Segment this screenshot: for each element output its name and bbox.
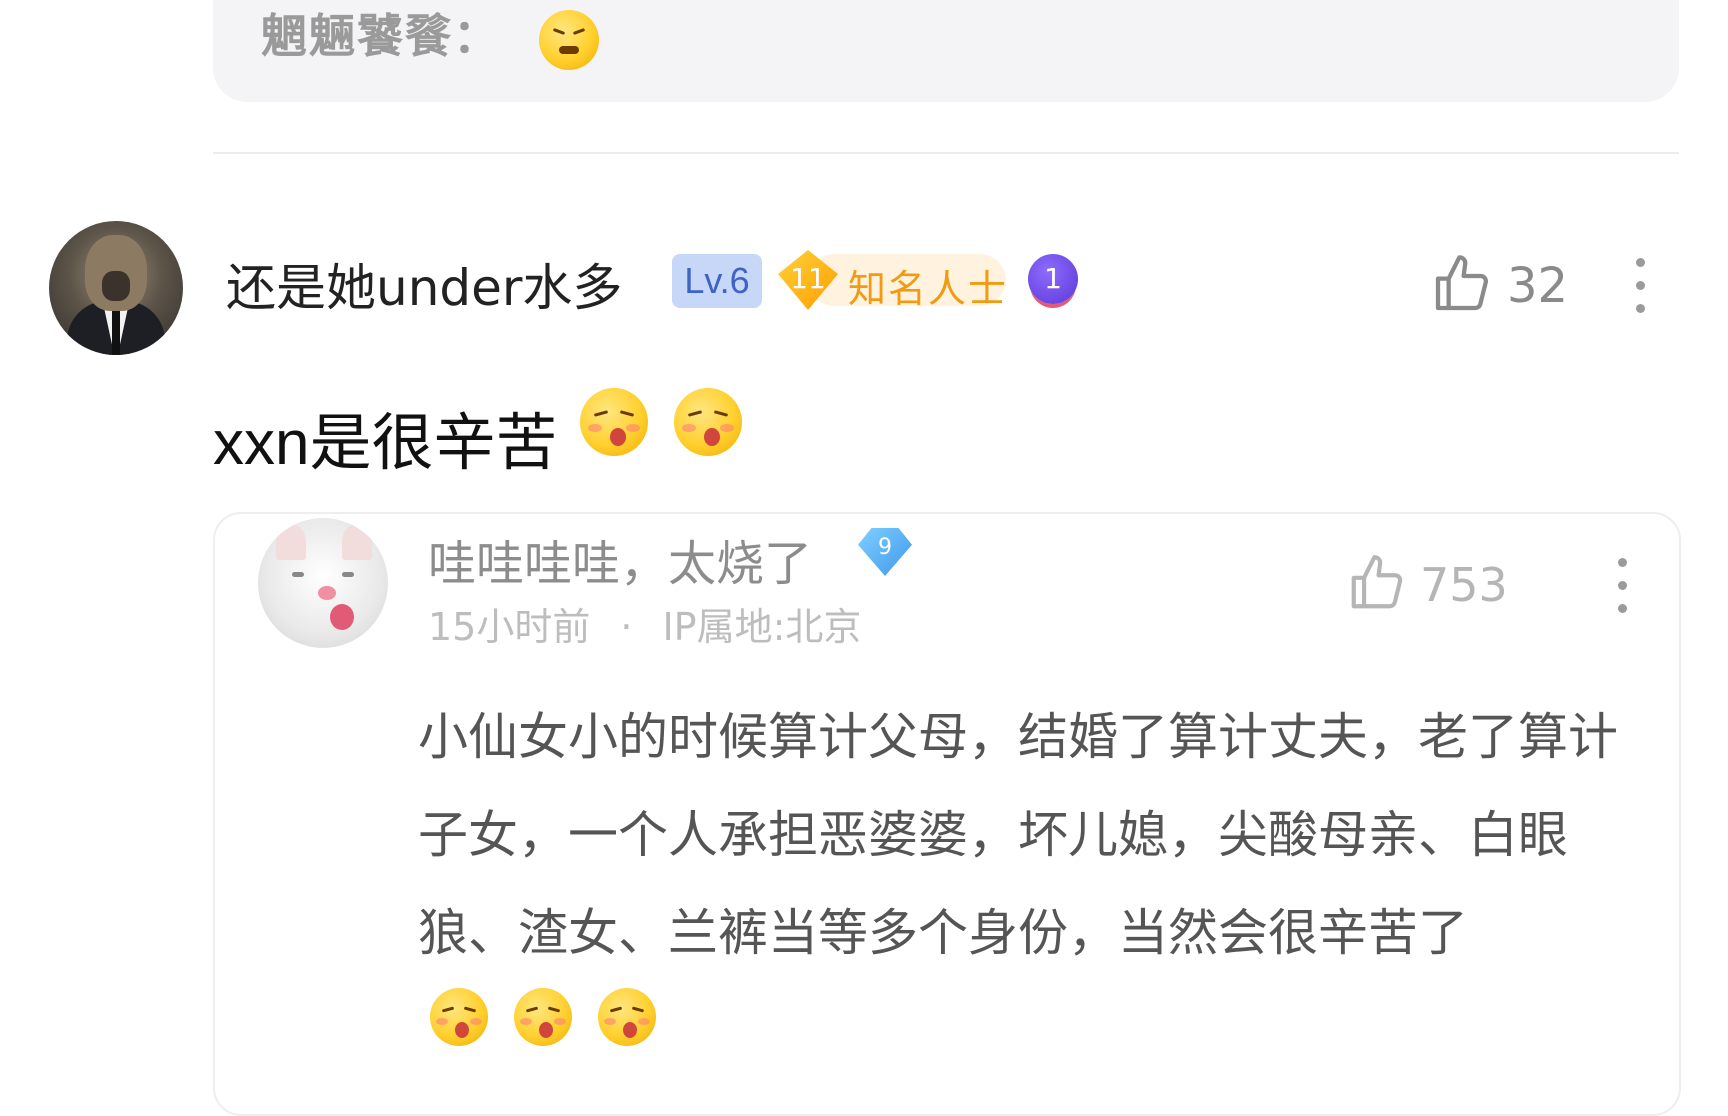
more-vertical-icon[interactable] xyxy=(1636,258,1646,318)
reply-time: 15小时前 xyxy=(428,605,591,649)
reply-like-count: 753 xyxy=(1420,558,1508,612)
emoji-angry-icon xyxy=(539,9,600,70)
emoji-yum-icon xyxy=(580,388,648,456)
more-vertical-icon[interactable] xyxy=(1618,558,1627,627)
meta-separator: · xyxy=(620,605,633,649)
reply-ip: IP属地:北京 xyxy=(662,605,862,649)
emoji-yum-icon xyxy=(430,988,488,1046)
emoji-yum-icon xyxy=(674,388,742,456)
comment-text: xxn是很辛苦 xyxy=(213,409,558,478)
like-button[interactable] xyxy=(1430,252,1494,320)
emoji-yum-icon xyxy=(598,988,656,1046)
reply-text: 小仙女小的时候算计父母，结婚了算计丈夫，老了算计子女，一个人承担恶婆婆，坏儿媳，… xyxy=(418,708,1618,962)
comment-emojis xyxy=(580,388,768,456)
fame-badge: 11 知名人士 xyxy=(778,250,1009,311)
thumb-up-icon xyxy=(1346,555,1408,618)
reply-meta: 15小时前 · IP属地:北京 xyxy=(428,596,861,651)
level-badge: Lv.6 xyxy=(672,254,762,308)
reply-username[interactable]: 哇哇哇哇，太烧了 xyxy=(428,524,812,594)
comment-divider xyxy=(213,152,1679,154)
fame-title: 知名人士 xyxy=(848,267,1009,311)
quoted-comment-card[interactable]: 魍魎饕餮： xyxy=(213,0,1679,102)
comment-username[interactable]: 还是她under水多 xyxy=(226,248,622,320)
reply-emojis xyxy=(430,988,682,1046)
like-count: 32 xyxy=(1507,258,1569,314)
avatar[interactable] xyxy=(49,221,183,355)
medal-icon: 1 xyxy=(1028,254,1078,304)
quoted-comment-text: 魍魎饕餮： xyxy=(261,0,600,70)
emoji-yum-icon xyxy=(514,988,572,1046)
thumb-up-icon xyxy=(1430,255,1494,320)
reply-avatar[interactable] xyxy=(258,518,388,648)
reply-like-button[interactable] xyxy=(1346,552,1408,618)
